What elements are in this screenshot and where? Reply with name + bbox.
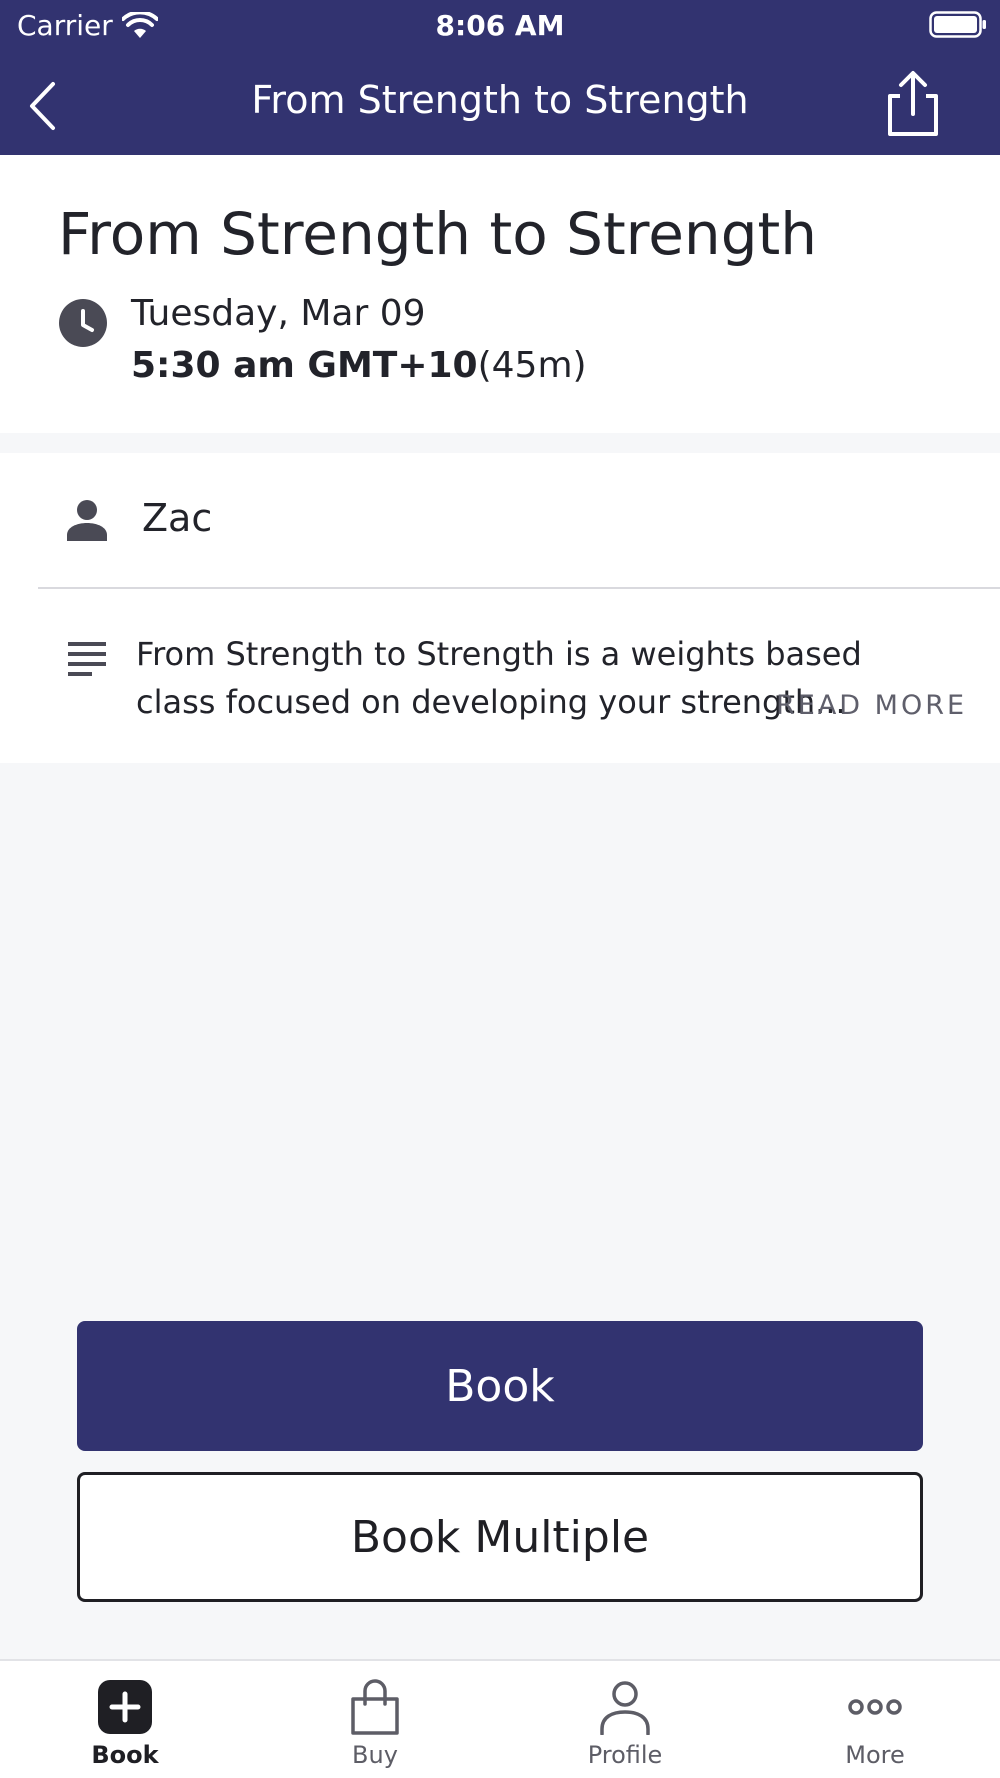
tab-bar: Book Buy Profile More <box>0 1659 1000 1778</box>
tab-buy-label: Buy <box>352 1741 398 1769</box>
share-button[interactable] <box>880 68 946 140</box>
read-more-link[interactable]: READ MORE <box>776 690 967 721</box>
tab-buy[interactable]: Buy <box>250 1661 500 1778</box>
clock-icon <box>59 299 107 347</box>
tab-book-label: Book <box>91 1741 159 1769</box>
class-time-line: 5:30 am GMT+10(45m) <box>131 345 587 386</box>
description-icon <box>68 642 106 676</box>
more-icon <box>848 1699 902 1715</box>
instructor-name: Zac <box>142 496 213 540</box>
battery-icon <box>929 11 986 38</box>
tab-more-label: More <box>845 1741 905 1769</box>
back-button[interactable] <box>20 70 70 140</box>
status-time: 8:06 AM <box>435 9 565 42</box>
header: Carrier 8:06 AM From Strength to Strengt… <box>0 0 1000 155</box>
tab-profile-label: Profile <box>587 1741 663 1769</box>
divider <box>38 587 1000 589</box>
navbar: From Strength to Strength <box>0 60 1000 150</box>
book-button[interactable]: Book <box>77 1321 923 1451</box>
class-duration: (45m) <box>477 345 587 386</box>
person-outline-icon <box>600 1681 650 1735</box>
tab-more[interactable]: More <box>750 1661 1000 1778</box>
class-date: Tuesday, Mar 09 <box>131 293 426 334</box>
tab-profile[interactable]: Profile <box>500 1661 750 1778</box>
person-icon <box>67 500 107 541</box>
class-summary-card: From Strength to Strength Tuesday, Mar 0… <box>0 155 1000 433</box>
shopping-bag-icon <box>351 1679 399 1735</box>
class-title: From Strength to Strength <box>58 200 818 268</box>
nav-title: From Strength to Strength <box>251 78 749 122</box>
class-time: 5:30 am GMT+10 <box>131 345 478 386</box>
status-bar: Carrier 8:06 AM <box>0 0 1000 50</box>
plus-square-icon <box>98 1680 152 1734</box>
book-multiple-button[interactable]: Book Multiple <box>77 1472 923 1602</box>
class-details-card: Zac From Strength to Strength is a weigh… <box>0 453 1000 763</box>
tab-book[interactable]: Book <box>0 1661 250 1778</box>
